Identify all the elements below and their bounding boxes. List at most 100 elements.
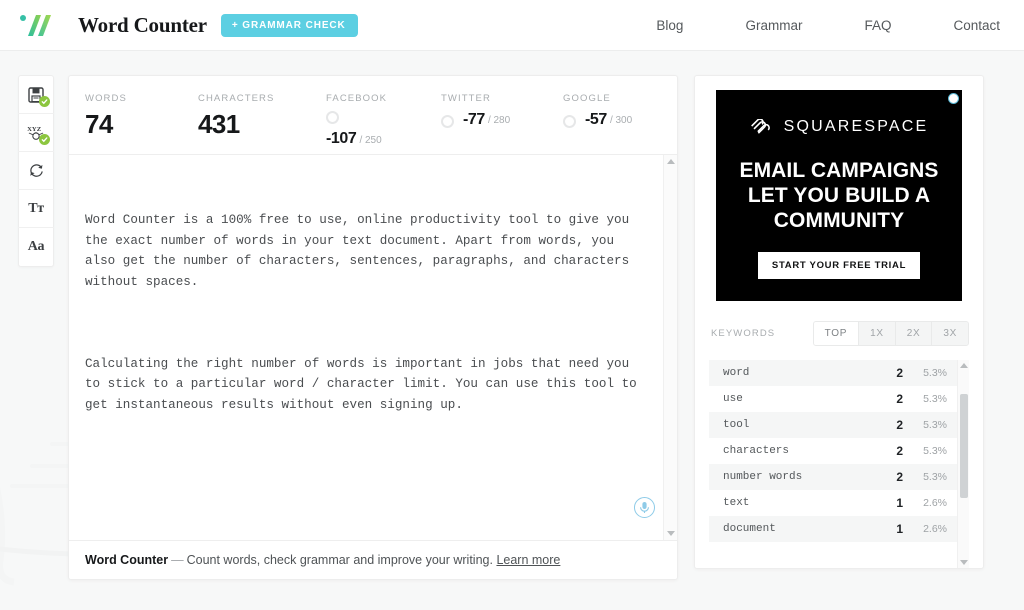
page-body: XYZ Tᴛ Aa WORDS 74 CHARACTERS 431 FACEBO… xyxy=(0,51,1024,587)
tab-2x[interactable]: 2X xyxy=(895,322,933,345)
editor-paragraph-2: Calculating the right number of words is… xyxy=(85,356,645,412)
wordcounter-slashes-logo[interactable] xyxy=(18,12,62,38)
stat-words-value: 74 xyxy=(85,109,113,139)
stat-twitter: TWITTER -77 / 280 xyxy=(441,93,563,148)
sidebar-panel: SQUARESPACE EMAIL CAMPAIGNS LET YOU BUIL… xyxy=(694,75,984,569)
keywords-list: word 2 5.3% use 2 5.3% tool 2 5.3% chara… xyxy=(709,360,957,568)
keyword-word: use xyxy=(723,393,743,405)
tab-1x[interactable]: 1X xyxy=(859,322,896,345)
table-row[interactable]: text 1 2.6% xyxy=(709,490,957,516)
keywords-list-wrapper: word 2 5.3% use 2 5.3% tool 2 5.3% chara… xyxy=(709,360,969,568)
table-row[interactable]: use 2 5.3% xyxy=(709,386,957,412)
keywords-scroll-up-arrow-icon[interactable] xyxy=(959,363,968,368)
scroll-down-arrow-icon[interactable] xyxy=(666,531,675,536)
table-row[interactable]: number words 2 5.3% xyxy=(709,464,957,490)
ad-headline: EMAIL CAMPAIGNS LET YOU BUILD A COMMUNIT… xyxy=(739,159,939,232)
keyword-percent: 5.3% xyxy=(923,393,947,405)
keywords-header: KEYWORDS TOP 1X 2X 3X xyxy=(709,321,969,346)
text-case-icon: Tᴛ xyxy=(28,200,44,216)
stat-twitter-label: TWITTER xyxy=(441,93,491,104)
google-progress-ring-icon xyxy=(563,115,576,128)
keyword-count: 2 xyxy=(896,392,903,406)
keyword-percent: 5.3% xyxy=(923,419,947,431)
sidebar-item-font-size[interactable]: Aa xyxy=(18,228,54,266)
keyword-word: tool xyxy=(723,419,750,431)
stat-google-limit: / 300 xyxy=(609,114,633,126)
tab-3x[interactable]: 3X xyxy=(932,322,968,345)
keywords-scrollbar[interactable] xyxy=(957,360,969,568)
font-size-icon: Aa xyxy=(27,239,45,254)
keyword-percent: 5.3% xyxy=(923,445,947,457)
stat-twitter-limit: / 280 xyxy=(487,114,511,126)
stat-facebook-label: FACEBOOK xyxy=(326,93,388,104)
sidebar-item-keyword-density[interactable]: XYZ xyxy=(18,114,54,152)
stat-facebook: FACEBOOK -107/ 250 xyxy=(326,93,441,148)
footer-dash: — xyxy=(171,553,184,567)
ad-cta-button[interactable]: START YOUR FREE TRIAL xyxy=(757,252,921,279)
stat-facebook-value: -107 xyxy=(326,130,357,147)
keyword-percent: 2.6% xyxy=(923,523,947,535)
keyword-word: word xyxy=(723,367,750,379)
ad-brand-row: SQUARESPACE xyxy=(750,118,929,136)
keyword-count: 2 xyxy=(896,418,903,432)
sidebar-item-save[interactable] xyxy=(18,76,54,114)
tab-top[interactable]: TOP xyxy=(813,322,860,345)
keyword-status-badge xyxy=(39,134,50,145)
save-status-badge xyxy=(39,96,50,107)
reset-refresh-icon xyxy=(29,164,43,177)
keyword-count: 1 xyxy=(896,496,903,510)
editor-card-footer: Word Counter — Count words, check grammar … xyxy=(69,540,677,579)
keywords-scroll-down-arrow-icon[interactable] xyxy=(959,560,968,565)
tool-rail: XYZ Tᴛ Aa xyxy=(18,75,54,267)
footer-learn-more-link[interactable]: Learn more xyxy=(496,553,560,567)
keyword-count: 2 xyxy=(896,444,903,458)
stat-characters-value: 431 xyxy=(198,109,240,139)
facebook-progress-ring-icon xyxy=(326,111,339,124)
nav-item-blog[interactable]: Blog xyxy=(656,18,683,33)
text-editor[interactable]: Word Counter is a 100% free to use, onli… xyxy=(69,155,663,540)
editor-card: WORDS 74 CHARACTERS 431 FACEBOOK -107/ 2… xyxy=(68,75,678,580)
keywords-tab-group: TOP 1X 2X 3X xyxy=(812,321,969,346)
footer-text: Count words, check grammar and improve y… xyxy=(186,553,493,567)
stat-facebook-limit: / 250 xyxy=(359,135,382,146)
editor-scrollbar[interactable] xyxy=(663,155,677,540)
microphone-glyph-icon xyxy=(640,502,649,513)
stat-twitter-value: -77 xyxy=(463,111,485,128)
brand-area[interactable]: Word Counter + GRAMMAR CHECK xyxy=(0,12,358,38)
page-title: Word Counter xyxy=(78,12,207,37)
nav-item-contact[interactable]: Contact xyxy=(953,18,1000,33)
stat-google-value: -57 xyxy=(585,111,607,128)
keyword-count: 2 xyxy=(896,470,903,484)
svg-text:XYZ: XYZ xyxy=(27,126,42,133)
stat-google-label: GOOGLE xyxy=(563,93,611,104)
sidebar-item-text-case[interactable]: Tᴛ xyxy=(18,190,54,228)
ad-brand-name: SQUARESPACE xyxy=(783,118,929,135)
advertisement-banner[interactable]: SQUARESPACE EMAIL CAMPAIGNS LET YOU BUIL… xyxy=(716,90,962,301)
editor-area: Word Counter is a 100% free to use, onli… xyxy=(69,155,677,540)
keyword-count: 1 xyxy=(896,522,903,536)
twitter-progress-ring-icon xyxy=(441,115,454,128)
keyword-word: document xyxy=(723,523,776,535)
table-row[interactable]: document 1 2.6% xyxy=(709,516,957,542)
ad-close-icon[interactable] xyxy=(948,93,959,104)
primary-nav: Blog Grammar FAQ Contact xyxy=(594,18,1024,33)
table-row[interactable]: word 2 5.3% xyxy=(709,360,957,386)
keywords-scroll-thumb[interactable] xyxy=(960,394,968,498)
squarespace-logo-icon xyxy=(750,119,770,134)
grammar-check-button[interactable]: + GRAMMAR CHECK xyxy=(220,13,358,37)
microphone-icon[interactable] xyxy=(634,497,655,518)
stat-characters-label: CHARACTERS xyxy=(198,93,275,104)
sidebar-item-reset[interactable] xyxy=(18,152,54,190)
keyword-word: number words xyxy=(723,471,803,483)
nav-item-faq[interactable]: FAQ xyxy=(864,18,891,33)
stat-google: GOOGLE -57 / 300 xyxy=(563,93,683,148)
keywords-title: KEYWORDS xyxy=(711,328,776,339)
stat-words-label: WORDS xyxy=(85,93,127,104)
keyword-percent: 5.3% xyxy=(923,471,947,483)
top-navigation-bar: Word Counter + GRAMMAR CHECK Blog Gramma… xyxy=(0,0,1024,51)
scroll-up-arrow-icon[interactable] xyxy=(666,159,675,164)
table-row[interactable]: tool 2 5.3% xyxy=(709,412,957,438)
keyword-count: 2 xyxy=(896,366,903,380)
nav-item-grammar[interactable]: Grammar xyxy=(745,18,802,33)
table-row[interactable]: characters 2 5.3% xyxy=(709,438,957,464)
